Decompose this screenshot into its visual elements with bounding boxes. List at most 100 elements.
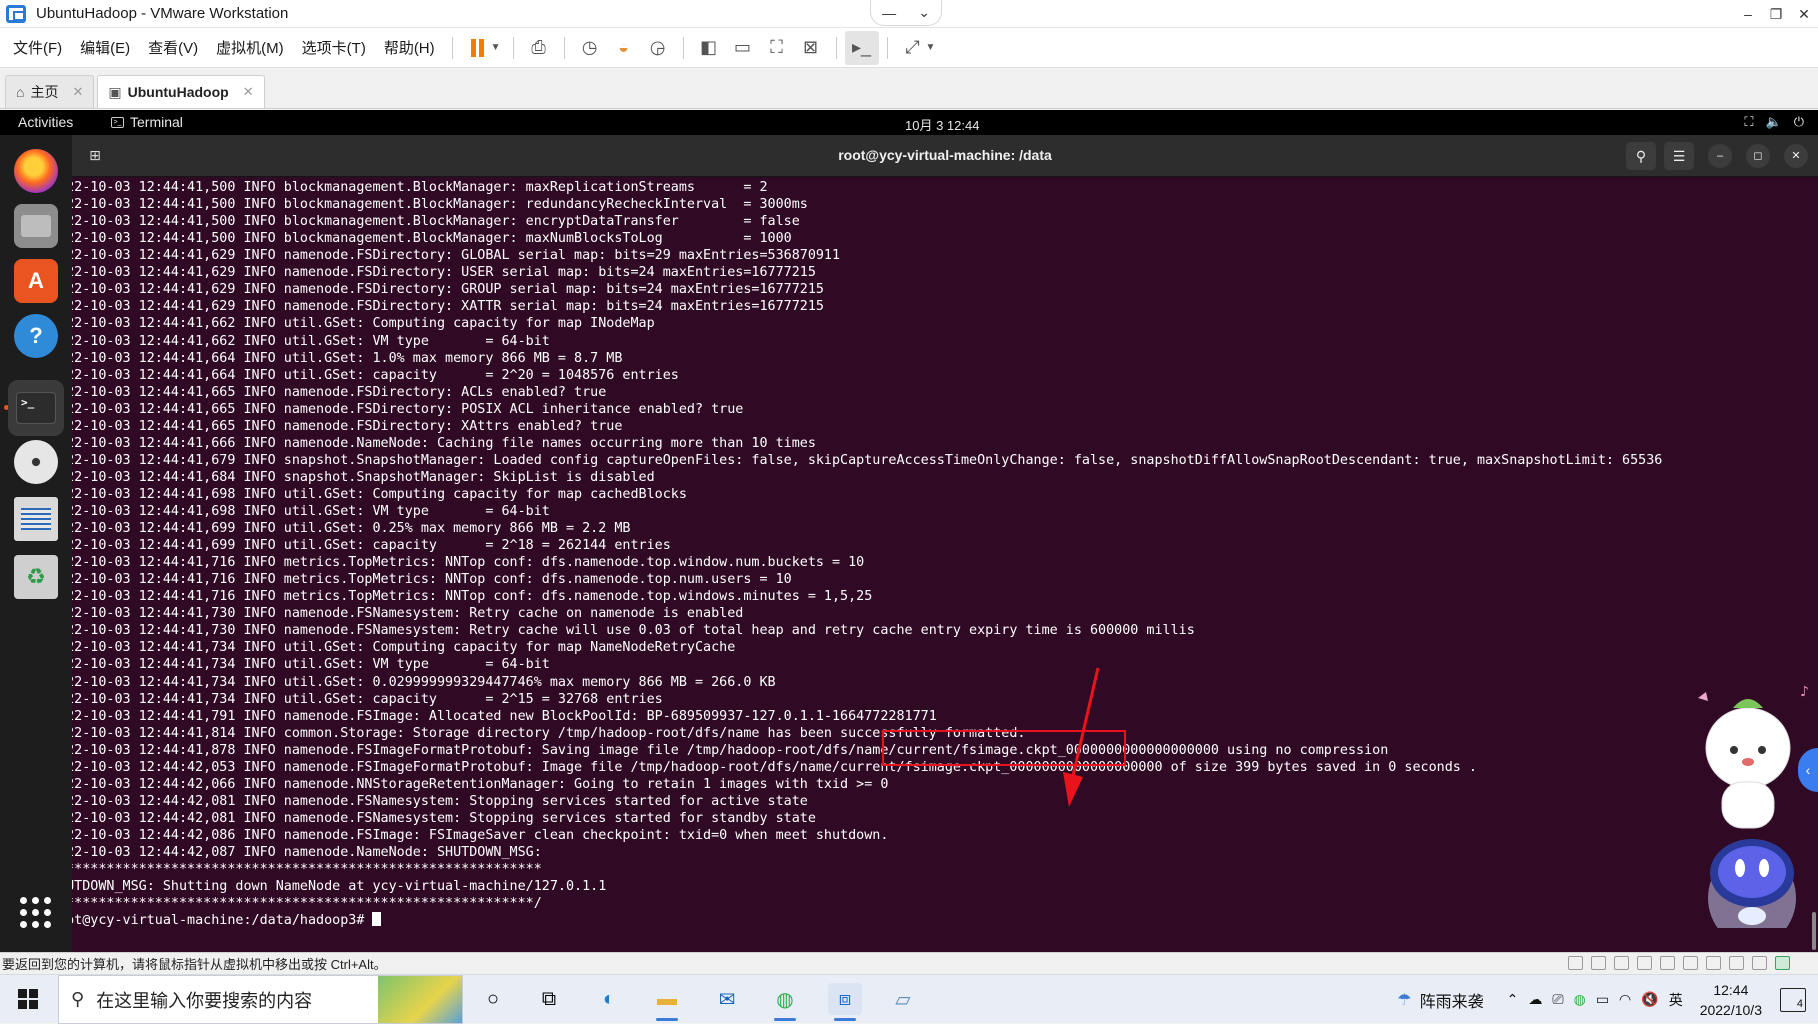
menu-view[interactable]: 查看(V) bbox=[139, 37, 207, 58]
printer-icon[interactable] bbox=[1683, 956, 1698, 970]
show-apps-icon[interactable] bbox=[20, 897, 52, 929]
menu-edit[interactable]: 编辑(E) bbox=[71, 37, 139, 58]
weather-widget[interactable]: ☂ 阵雨来袭 bbox=[1397, 988, 1483, 1012]
show-library-button[interactable]: ◧ bbox=[692, 31, 726, 65]
minimize-toolbar-icon[interactable]: — bbox=[882, 5, 896, 21]
minimize-window-button[interactable]: – bbox=[1708, 144, 1732, 168]
usb-icon[interactable] bbox=[1637, 956, 1652, 970]
display-icon[interactable] bbox=[1729, 956, 1744, 970]
terminal-line: 2022-10-03 12:44:41,791 INFO namenode.FS… bbox=[72, 708, 937, 724]
restore-button[interactable]: ❐ bbox=[1762, 0, 1790, 28]
terminal-line: 2022-10-03 12:44:41,500 INFO blockmanage… bbox=[72, 214, 800, 230]
disc-icon[interactable] bbox=[14, 440, 58, 484]
help-icon[interactable]: ? bbox=[14, 314, 58, 358]
onedrive-icon[interactable]: ☁ bbox=[1528, 991, 1542, 1008]
files-icon[interactable] bbox=[14, 204, 58, 248]
wechat-tray-icon[interactable]: ◍ bbox=[1574, 991, 1586, 1008]
app-window-icon[interactable]: ▱ bbox=[886, 983, 920, 1015]
snapshot-manager-button[interactable]: ◶ bbox=[641, 31, 675, 65]
battery-icon[interactable]: ▭ bbox=[1596, 991, 1609, 1008]
menu-help[interactable]: 帮助(H) bbox=[375, 37, 444, 58]
tab-home[interactable]: ⌂ 主页 ✕ bbox=[5, 75, 95, 108]
toolbar-separator bbox=[835, 36, 837, 59]
system-menu[interactable]: ⛶ 🔈 ⏻ bbox=[1744, 114, 1804, 130]
usb-device-icon[interactable] bbox=[1660, 956, 1675, 970]
toolbar-separator bbox=[886, 36, 888, 59]
mail-icon[interactable]: ✉ bbox=[710, 983, 744, 1015]
fullscreen-toolbar-toggle[interactable]: — ⌄ bbox=[870, 0, 942, 26]
console-view-button[interactable]: ▸_ bbox=[844, 30, 879, 65]
terminal-line: 2022-10-03 12:44:41,629 INFO namenode.FS… bbox=[72, 265, 816, 281]
vmware-taskbar-icon[interactable]: ⧈ bbox=[828, 983, 862, 1021]
close-window-button[interactable]: ✕ bbox=[1784, 144, 1808, 168]
power-icon: ⏻ bbox=[1793, 114, 1804, 129]
menu-tabs[interactable]: 选项卡(T) bbox=[293, 37, 375, 58]
firefox-icon[interactable] bbox=[14, 149, 58, 193]
removable-device-icon[interactable] bbox=[1752, 956, 1767, 970]
chevron-down-icon[interactable]: ⌄ bbox=[918, 4, 930, 21]
software-icon[interactable]: A bbox=[14, 259, 58, 303]
activities-button[interactable]: Activities bbox=[18, 114, 73, 130]
close-tab-icon[interactable]: ✕ bbox=[243, 84, 254, 100]
unity-button[interactable]: ⊠ bbox=[794, 31, 828, 65]
edge-icon[interactable]: ◐ bbox=[592, 983, 626, 1015]
top-bar-clock[interactable]: 10月 3 12:44 bbox=[905, 115, 979, 134]
send-ctrl-alt-del-button[interactable]: ⎙ bbox=[522, 31, 556, 65]
taskbar-clock[interactable]: 12:44 2022/10/3 bbox=[1700, 980, 1762, 1020]
guest-display[interactable]: Activities >_ Terminal 10月 3 12:44 ⛶ 🔈 ⏻… bbox=[0, 110, 1818, 952]
stretch-button[interactable]: ⤢ bbox=[896, 31, 930, 65]
file-explorer-icon[interactable]: ▬ bbox=[650, 983, 684, 1021]
message-log-icon[interactable] bbox=[1775, 956, 1790, 970]
ubuntu-dock: A ? >_ ♻ bbox=[0, 135, 72, 952]
hard-disk-icon[interactable] bbox=[1568, 956, 1583, 970]
task-view-icon[interactable]: ⧉ bbox=[532, 983, 566, 1015]
stretch-dropdown-icon[interactable]: ▼ bbox=[926, 42, 936, 53]
menu-button[interactable]: ☰ bbox=[1664, 142, 1694, 170]
pause-dropdown-icon[interactable]: ▼ bbox=[491, 42, 501, 53]
taskbar-search[interactable]: ⚲ 在这里输入你要搜索的内容 bbox=[58, 975, 463, 1024]
stretch-icon: ⤢ bbox=[905, 37, 920, 57]
tab-ubuntuhadoop[interactable]: ▣ UbuntuHadoop ✕ bbox=[97, 75, 265, 108]
volume-icon: 🔈 bbox=[1765, 114, 1782, 129]
tray-app-icon[interactable]: ⎚ bbox=[1552, 991, 1563, 1008]
terminal-line: 2022-10-03 12:44:41,666 INFO namenode.Na… bbox=[72, 435, 816, 451]
app-menu[interactable]: >_ Terminal bbox=[111, 114, 183, 130]
start-button[interactable] bbox=[18, 989, 38, 1009]
terminal-line: 2022-10-03 12:44:41,662 INFO util.GSet: … bbox=[72, 333, 550, 349]
full-screen-button[interactable]: ⛶ bbox=[760, 31, 794, 65]
snapshot-button[interactable]: ◷ bbox=[573, 31, 607, 65]
wifi-icon[interactable]: ◠ bbox=[1619, 991, 1631, 1008]
search-button[interactable]: ⚲ bbox=[1626, 142, 1656, 170]
terminal-cursor bbox=[372, 912, 382, 927]
terminal-output[interactable]: 2022-10-03 12:44:41,500 INFO blockmanage… bbox=[72, 177, 1818, 952]
trash-icon[interactable]: ♻ bbox=[14, 555, 58, 599]
drive-icon[interactable] bbox=[14, 497, 58, 541]
window-controls: – ❐ ✕ bbox=[1734, 0, 1818, 28]
wechat-icon[interactable]: ◍ bbox=[768, 983, 802, 1021]
folder-icon bbox=[21, 215, 51, 237]
menu-vm[interactable]: 虚拟机(M) bbox=[207, 37, 293, 58]
cortana-icon[interactable]: ○ bbox=[476, 983, 510, 1015]
terminal-line: 2022-10-03 12:44:41,716 INFO metrics.Top… bbox=[72, 589, 873, 605]
sound-card-icon[interactable] bbox=[1706, 956, 1721, 970]
minimize-button[interactable]: – bbox=[1734, 0, 1762, 28]
maximize-window-button[interactable]: ◻ bbox=[1746, 144, 1770, 168]
network-adapter-icon[interactable] bbox=[1614, 956, 1629, 970]
pause-button[interactable] bbox=[461, 31, 495, 65]
menu-bar: 文件(F) 编辑(E) 查看(V) 虚拟机(M) 选项卡(T) 帮助(H) ▼ … bbox=[0, 28, 1818, 68]
terminal-dock-item[interactable]: >_ bbox=[8, 380, 64, 436]
terminal-line: 2022-10-03 12:44:41,664 INFO util.GSet: … bbox=[72, 367, 679, 383]
notification-center-button[interactable]: 4 bbox=[1780, 987, 1806, 1012]
menu-file[interactable]: 文件(F) bbox=[4, 37, 71, 58]
terminal-small-icon: >_ bbox=[111, 116, 124, 128]
show-thumbnail-bar-button[interactable]: ▭ bbox=[726, 31, 760, 65]
speaker-mute-icon[interactable]: 🔇 bbox=[1641, 991, 1658, 1008]
close-button[interactable]: ✕ bbox=[1790, 0, 1818, 28]
cd-rom-icon[interactable] bbox=[1591, 956, 1606, 970]
revert-snapshot-button[interactable]: ◒ bbox=[607, 31, 641, 65]
chevron-up-icon[interactable]: ⌃ bbox=[1507, 991, 1519, 1008]
terminal-line: 2022-10-03 12:44:41,500 INFO blockmanage… bbox=[72, 197, 808, 213]
close-tab-icon[interactable]: ✕ bbox=[72, 84, 83, 100]
mascot-assistant-icon[interactable]: ♪ bbox=[1688, 678, 1818, 928]
ime-indicator[interactable]: 英 bbox=[1669, 990, 1683, 1010]
